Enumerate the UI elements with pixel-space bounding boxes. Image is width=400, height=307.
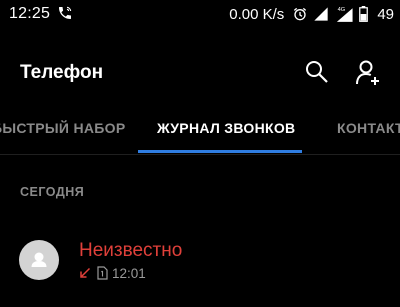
sim-1-icon xyxy=(97,266,108,280)
missed-call-icon xyxy=(80,267,91,278)
status-bar: 12:25 0.00 K/s 4G 49 xyxy=(0,0,400,28)
signal-strength-icon xyxy=(314,7,328,21)
active-tab-indicator xyxy=(138,150,302,153)
call-log-entry[interactable]: Неизвестно 12:01 xyxy=(0,232,400,292)
section-header-today: СЕГОДНЯ xyxy=(20,185,85,199)
svg-text:4G: 4G xyxy=(338,7,346,13)
phone-call-icon xyxy=(59,6,72,19)
status-time: 12:25 xyxy=(9,5,51,22)
caller-name: Неизвестно xyxy=(79,240,183,261)
tab-contacts[interactable]: КОНТАКТЫ xyxy=(337,120,400,136)
signal-4g-icon: 4G xyxy=(337,7,353,22)
alarm-icon xyxy=(294,7,307,21)
search-icon[interactable] xyxy=(301,57,333,89)
status-indicators: 0.00 K/s 4G 49 xyxy=(229,4,394,24)
tab-call-log[interactable]: ЖУРНАЛ ЗВОНКОВ xyxy=(157,120,295,136)
tab-speed-dial[interactable]: БЫСТРЫЙ НАБОР xyxy=(0,120,126,136)
call-meta: 12:01 xyxy=(79,265,146,281)
battery-icon xyxy=(359,6,369,22)
tab-bar: БЫСТРЫЙ НАБОР ЖУРНАЛ ЗВОНКОВ КОНТАКТЫ xyxy=(0,108,400,155)
app-bar: Телефон xyxy=(0,50,400,96)
page-title: Телефон xyxy=(20,62,104,83)
avatar[interactable] xyxy=(19,240,59,280)
person-icon xyxy=(31,252,47,267)
call-time: 12:01 xyxy=(112,265,146,281)
network-speed: 0.00 K/s xyxy=(229,5,285,23)
battery-level: 49 xyxy=(377,5,394,23)
add-contact-icon[interactable] xyxy=(353,57,385,89)
